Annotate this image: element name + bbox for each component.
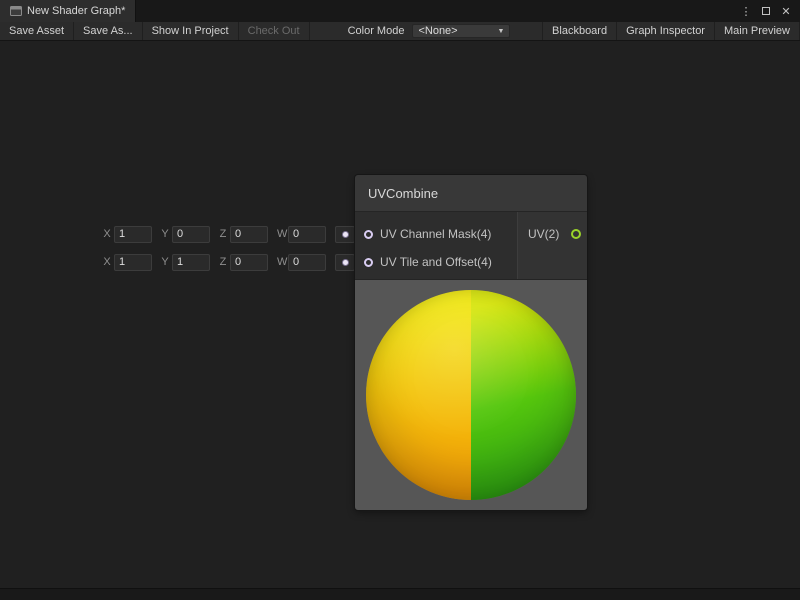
- vector-y-field[interactable]: [172, 226, 210, 243]
- tab-new-shader-graph[interactable]: New Shader Graph*: [0, 0, 136, 22]
- sphere-shading: [366, 290, 576, 500]
- axis-label-y: Y: [161, 228, 169, 240]
- node-header[interactable]: UVCombine: [355, 175, 587, 212]
- axis-label-w: W: [277, 228, 285, 240]
- input-port-uv-tile-and-offset[interactable]: UV Tile and Offset(4): [355, 248, 517, 276]
- footer-strip: [0, 588, 800, 600]
- input-port-icon[interactable]: [364, 258, 373, 267]
- blackboard-button[interactable]: Blackboard: [542, 22, 617, 40]
- port-label: UV(2): [528, 227, 559, 241]
- save-as-button[interactable]: Save As...: [74, 22, 143, 40]
- vector-z-field[interactable]: [230, 254, 268, 271]
- color-mode-dropdown[interactable]: <None> ▼: [412, 24, 510, 38]
- window-controls: ⋮ ✕: [737, 0, 800, 22]
- uv-preview-sphere: [366, 290, 576, 500]
- port-label: UV Channel Mask(4): [380, 227, 491, 241]
- graph-inspector-button[interactable]: Graph Inspector: [617, 22, 715, 40]
- vector-y-field[interactable]: [172, 254, 210, 271]
- node-inputs: UV Channel Mask(4) UV Tile and Offset(4): [355, 212, 517, 279]
- inline-port[interactable]: [335, 226, 355, 243]
- port-dot-icon: [343, 260, 348, 265]
- node-body: UV Channel Mask(4) UV Tile and Offset(4)…: [355, 212, 587, 280]
- inline-port[interactable]: [335, 254, 355, 271]
- color-mode-label: Color Mode: [342, 22, 411, 40]
- shader-graph-window: New Shader Graph* ⋮ ✕ Save Asset Save As…: [0, 0, 800, 600]
- axis-label-w: W: [277, 256, 285, 268]
- tab-title: New Shader Graph*: [27, 5, 125, 17]
- output-port-icon[interactable]: [571, 229, 581, 239]
- chevron-down-icon: ▼: [498, 28, 505, 35]
- tab-bar: New Shader Graph* ⋮ ✕: [0, 0, 800, 22]
- node-title: UVCombine: [368, 186, 438, 201]
- axis-label-x: X: [103, 228, 111, 240]
- output-port-uv[interactable]: UV(2): [518, 220, 587, 248]
- vector-x-field[interactable]: [114, 226, 152, 243]
- maximize-icon[interactable]: [757, 2, 775, 20]
- shader-graph-icon: [10, 5, 22, 17]
- toolbar: Save Asset Save As... Show In Project Ch…: [0, 22, 800, 41]
- node-preview: [355, 280, 587, 510]
- graph-canvas[interactable]: X Y Z W X Y Z W UVCombine UV Channel M: [0, 41, 800, 588]
- axis-label-y: Y: [161, 256, 169, 268]
- menu-icon[interactable]: ⋮: [737, 2, 755, 20]
- axis-label-z: Z: [219, 256, 227, 268]
- node-uvcombine[interactable]: UVCombine UV Channel Mask(4) UV Tile and…: [355, 175, 587, 510]
- axis-label-z: Z: [219, 228, 227, 240]
- check-out-button: Check Out: [239, 22, 310, 40]
- axis-label-x: X: [103, 256, 111, 268]
- vector-w-field[interactable]: [288, 226, 326, 243]
- show-in-project-button[interactable]: Show In Project: [143, 22, 239, 40]
- vector-x-field[interactable]: [114, 254, 152, 271]
- input-port-icon[interactable]: [364, 230, 373, 239]
- main-preview-button[interactable]: Main Preview: [715, 22, 800, 40]
- port-dot-icon: [343, 232, 348, 237]
- vector-w-field[interactable]: [288, 254, 326, 271]
- input-port-uv-channel-mask[interactable]: UV Channel Mask(4): [355, 220, 517, 248]
- maximize-box: [762, 7, 770, 15]
- close-icon[interactable]: ✕: [777, 2, 795, 20]
- node-outputs: UV(2): [517, 212, 587, 279]
- port-label: UV Tile and Offset(4): [380, 255, 492, 269]
- save-asset-button[interactable]: Save Asset: [0, 22, 74, 40]
- vector-z-field[interactable]: [230, 226, 268, 243]
- vector4-input-row: X Y Z W: [103, 224, 355, 244]
- color-mode-value: <None>: [418, 25, 457, 37]
- vector4-input-row: X Y Z W: [103, 252, 355, 272]
